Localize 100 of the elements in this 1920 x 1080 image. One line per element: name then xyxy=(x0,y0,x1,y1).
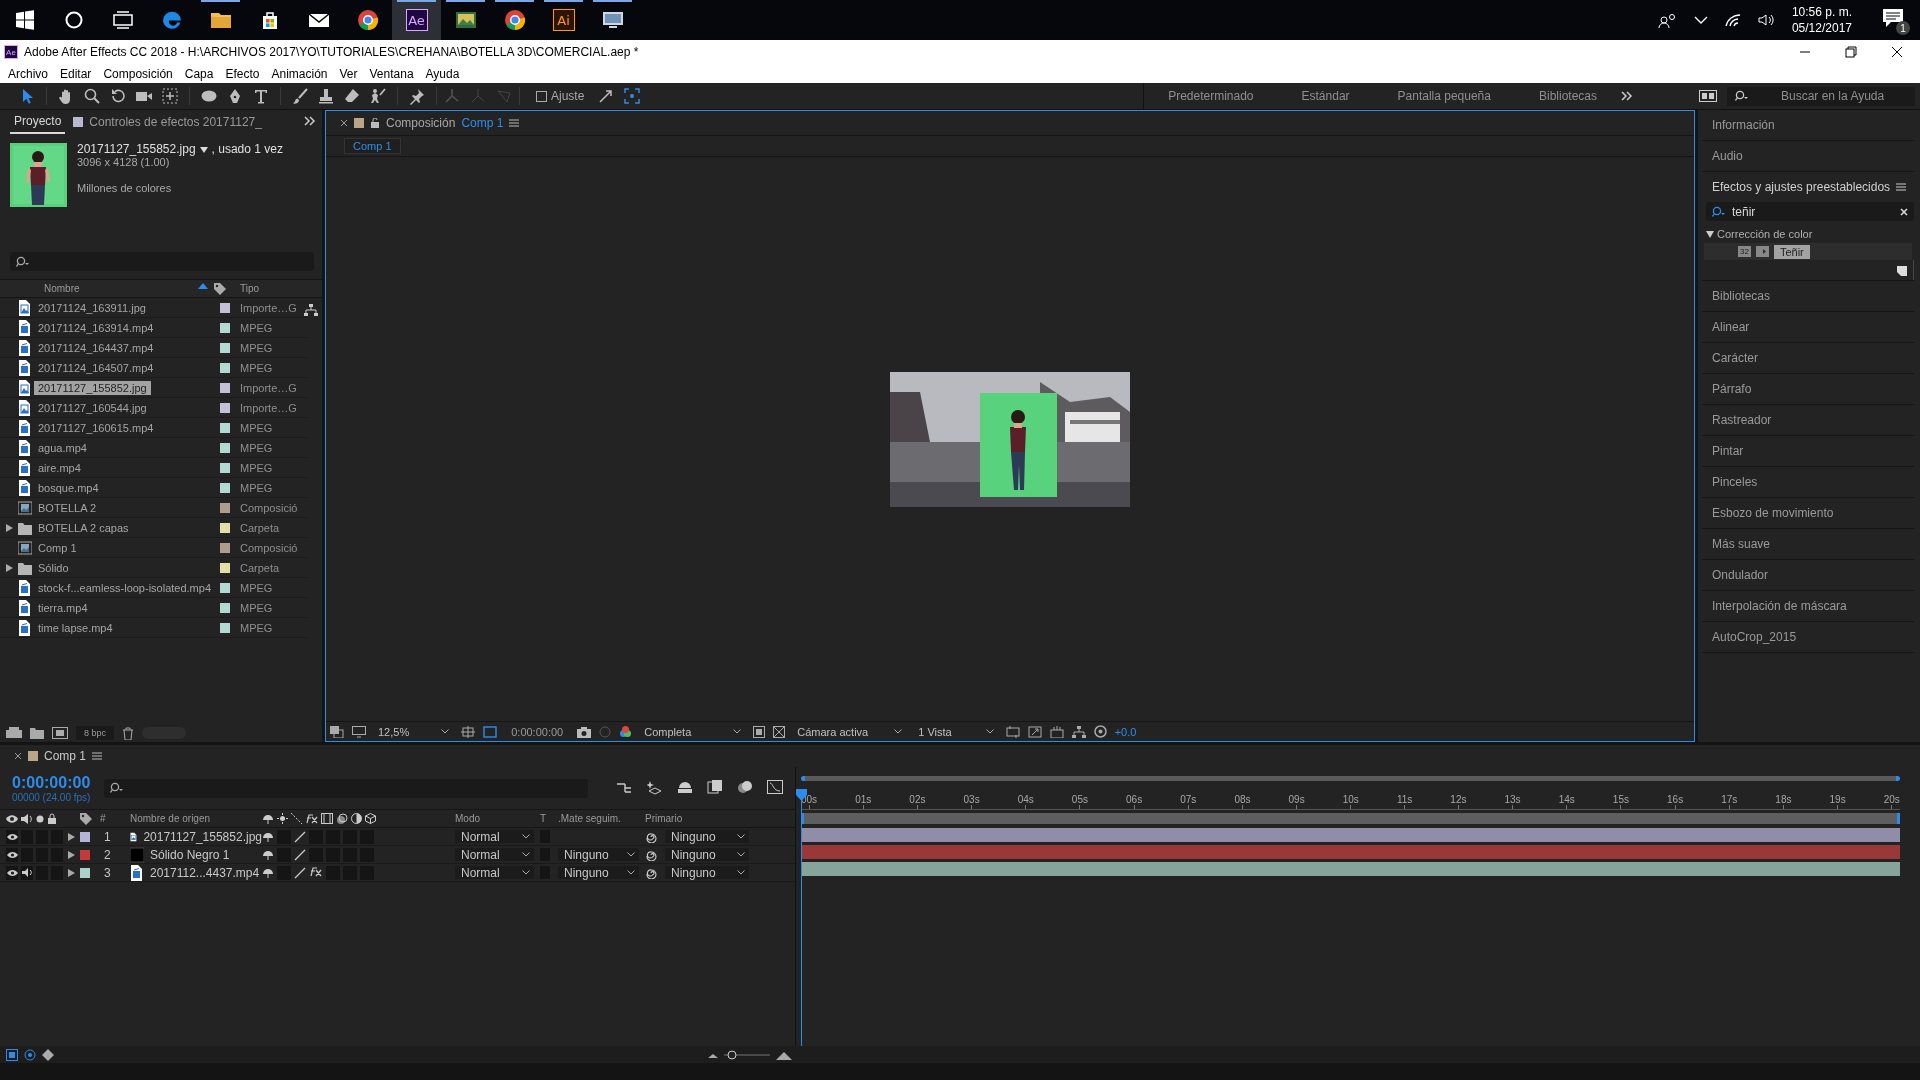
pick-whip-icon[interactable] xyxy=(645,866,657,879)
panel-title[interactable]: Esbozo de movimiento xyxy=(1712,506,1834,520)
effect-item[interactable]: Teñir xyxy=(1773,244,1810,259)
shy-icon[interactable] xyxy=(262,831,274,842)
resolution-dropdown[interactable]: Completa xyxy=(640,725,746,738)
label-color[interactable] xyxy=(220,602,230,613)
brush-icon[interactable] xyxy=(291,87,309,105)
menu-item[interactable]: Editar xyxy=(54,66,98,81)
layer-name[interactable]: 20171127_155852.jpg xyxy=(143,829,262,844)
taskbar-button[interactable]: Ae xyxy=(392,0,441,40)
pin-icon[interactable] xyxy=(408,87,426,105)
chevron-icon[interactable] xyxy=(737,834,745,839)
project-item[interactable]: tierra.mp4 xyxy=(34,600,92,615)
label-color[interactable] xyxy=(220,422,230,433)
label-color[interactable] xyxy=(80,831,90,842)
menu-icon[interactable] xyxy=(92,752,103,760)
project-item[interactable]: 20171127_160544.jpg xyxy=(34,400,151,415)
camera-icon[interactable] xyxy=(577,725,592,738)
label-color[interactable] xyxy=(220,462,230,473)
workspace-icon[interactable] xyxy=(1699,90,1717,102)
shy-icon[interactable] xyxy=(262,849,274,860)
panel-title[interactable]: Ondulador xyxy=(1712,568,1769,582)
label-color[interactable] xyxy=(220,622,230,633)
fit-icon[interactable] xyxy=(461,725,476,738)
menu-item[interactable]: Ayuda xyxy=(419,66,466,81)
tag-icon[interactable] xyxy=(214,282,226,295)
column-header[interactable]: Modo xyxy=(455,813,540,824)
panel-title[interactable]: Interpolación de máscara xyxy=(1712,599,1847,613)
crosshair-icon[interactable] xyxy=(161,87,179,105)
menu-item[interactable]: Archivo xyxy=(2,66,54,81)
region-of-interest-icon[interactable] xyxy=(753,725,766,738)
panel-title[interactable]: Rastreador xyxy=(1712,413,1772,427)
project-item[interactable]: BOTELLA 2 capas xyxy=(34,520,133,535)
visibility-toggle[interactable] xyxy=(6,829,18,844)
project-item[interactable]: bosque.mp4 xyxy=(34,480,103,495)
label-color[interactable] xyxy=(80,849,90,860)
label-color[interactable] xyxy=(220,322,230,333)
effects-search-field[interactable]: teñir xyxy=(1706,202,1914,221)
project-item[interactable]: 20171124_163911.jpg xyxy=(34,300,150,315)
menu-icon[interactable] xyxy=(509,119,520,127)
menu-item[interactable]: Ventana xyxy=(363,66,420,81)
stamp-icon[interactable] xyxy=(317,87,335,105)
panel-title[interactable]: Alinear xyxy=(1712,320,1750,334)
lock-icon[interactable] xyxy=(47,813,57,824)
column-header[interactable]: T xyxy=(540,813,558,824)
project-item[interactable]: aire.mp4 xyxy=(34,460,85,475)
adjustment-layer-icon[interactable] xyxy=(351,813,362,824)
comp-flowchart-icon[interactable] xyxy=(617,780,633,794)
workspace-tab[interactable]: Predeterminado xyxy=(1144,89,1278,103)
parent-dropdown[interactable]: Ninguno xyxy=(665,848,749,861)
expand-triangle-icon[interactable] xyxy=(5,563,13,572)
color-channels-icon[interactable] xyxy=(619,725,633,738)
sort-arrow-icon[interactable] xyxy=(198,283,208,289)
cube-icon[interactable] xyxy=(365,813,376,824)
chevron-icon[interactable] xyxy=(737,870,745,875)
visibility-toggle[interactable] xyxy=(6,847,18,862)
pixel-aspect-icon[interactable] xyxy=(1005,725,1020,738)
menu-item[interactable]: Ver xyxy=(333,66,364,81)
workspace-tab[interactable]: Bibliotecas xyxy=(1514,89,1621,103)
panel-tab[interactable]: Proyecto xyxy=(10,110,66,134)
bit-depth-button[interactable]: 8 bpc xyxy=(76,726,115,740)
panel-title[interactable]: Efectos y ajustes preestablecidos xyxy=(1712,180,1891,194)
column-header[interactable]: Tipo xyxy=(240,283,322,294)
checkbox[interactable] xyxy=(536,90,547,102)
motion-blur-icon[interactable] xyxy=(737,780,753,794)
sun-icon[interactable] xyxy=(277,813,288,824)
region-icon[interactable] xyxy=(330,725,344,738)
zoom-in-icon[interactable] xyxy=(776,1049,792,1060)
exposure-value[interactable]: +0.0 xyxy=(1114,725,1137,738)
composition-tab[interactable]: Comp 1 xyxy=(344,138,401,154)
chevron-icon[interactable] xyxy=(441,729,450,734)
track-matte-dropdown[interactable]: Ninguno xyxy=(558,866,639,879)
project-item[interactable]: time lapse.mp4 xyxy=(34,620,117,635)
pick-whip-icon[interactable] xyxy=(645,848,657,861)
menu-item[interactable]: Capa xyxy=(178,66,220,81)
parent-dropdown[interactable]: Ninguno xyxy=(665,830,749,843)
app-logo[interactable]: Ae xyxy=(405,9,428,31)
mode-dropdown[interactable]: Normal xyxy=(455,830,534,843)
folder-icon[interactable] xyxy=(30,727,44,739)
current-time[interactable]: 0:00:00:00 xyxy=(505,725,570,738)
menu-item[interactable]: Composición xyxy=(97,66,179,81)
layer-name[interactable]: Sólido Negro 1 xyxy=(150,847,230,862)
label-color[interactable] xyxy=(220,522,230,533)
panel-tab[interactable]: Comp 1 xyxy=(10,745,107,767)
label-color[interactable] xyxy=(220,542,230,553)
zoom-slider-icon[interactable] xyxy=(724,1049,770,1060)
disclosure-triangle-icon[interactable] xyxy=(1706,230,1714,238)
shy-icon[interactable] xyxy=(262,867,274,878)
flowchart-icon[interactable] xyxy=(1071,725,1086,738)
quality-icon[interactable] xyxy=(291,813,302,824)
timecode[interactable]: 0:00:00:00 xyxy=(12,773,91,792)
snap-frame-icon[interactable] xyxy=(624,88,641,104)
caret-icon[interactable] xyxy=(198,145,209,154)
snap-checkbox[interactable]: Ajuste xyxy=(536,89,585,103)
project-item[interactable]: 20171124_164437.mp4 xyxy=(34,340,158,355)
frame-blending-icon[interactable] xyxy=(707,780,723,794)
eraser-icon[interactable] xyxy=(343,87,361,105)
modes-icon[interactable] xyxy=(24,1048,36,1061)
label-color[interactable] xyxy=(220,342,230,353)
project-item[interactable]: Comp 1 xyxy=(34,540,81,555)
